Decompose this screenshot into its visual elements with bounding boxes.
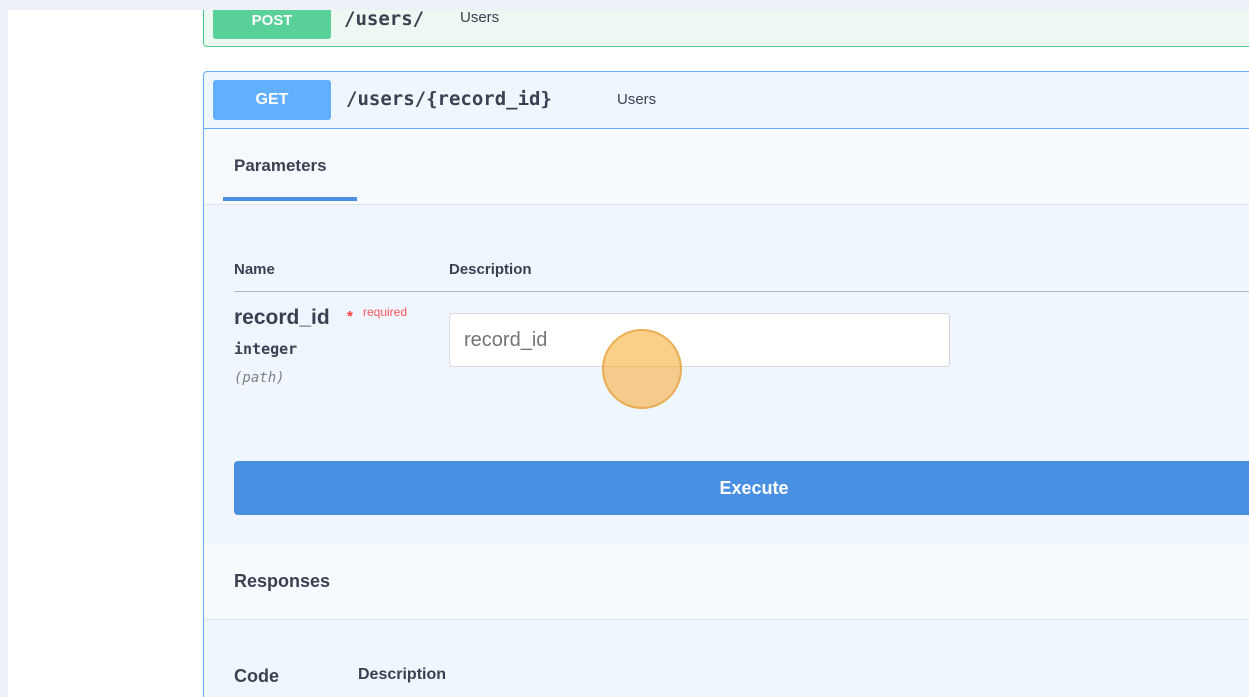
post-operation-summary: Users xyxy=(460,10,500,26)
required-asterisk: * xyxy=(347,308,353,325)
get-operation-path: /users/{record_id} xyxy=(346,88,552,110)
post-operation-path: /users/ xyxy=(344,10,425,30)
get-operation-summary-bar[interactable]: GET /users/{record_id} Users xyxy=(204,72,1249,129)
parameter-type: integer xyxy=(234,340,298,358)
execute-button[interactable]: Execute xyxy=(234,461,1249,515)
tab-active-indicator xyxy=(223,197,357,201)
responses-section-header: Responses xyxy=(204,544,1249,620)
column-header-description: Description xyxy=(449,261,532,278)
parameters-section-header: Parameters xyxy=(204,129,1249,205)
post-method-badge: POST xyxy=(213,10,331,39)
post-users-operation[interactable]: POST /users/ Users xyxy=(203,10,1249,47)
responses-title: Responses xyxy=(234,571,331,591)
get-user-operation: GET /users/{record_id} Users Parameters … xyxy=(203,71,1249,697)
required-label: required xyxy=(363,305,408,319)
tab-parameters[interactable]: Parameters xyxy=(223,129,357,201)
record-id-input[interactable] xyxy=(449,313,950,367)
get-operation-summary: Users xyxy=(617,91,657,108)
swagger-page: POST /users/ Users GET /users/{record_id… xyxy=(8,10,1249,697)
column-header-name: Name xyxy=(234,261,275,278)
responses-column-code: Code xyxy=(234,666,279,686)
responses-column-description: Description xyxy=(358,666,447,683)
table-header-divider xyxy=(234,291,1249,292)
parameter-location: (path) xyxy=(234,370,285,386)
tab-parameters-label: Parameters xyxy=(234,156,327,175)
get-method-badge: GET xyxy=(213,80,331,120)
parameter-name: record_id xyxy=(234,306,330,329)
